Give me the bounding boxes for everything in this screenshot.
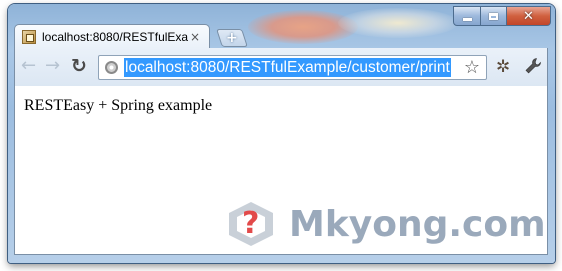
favicon-icon — [22, 29, 36, 44]
new-tab-button[interactable]: + — [216, 29, 248, 47]
maximize-icon — [489, 12, 498, 20]
maximize-button[interactable] — [481, 6, 507, 26]
wrench-icon — [525, 58, 541, 74]
browser-toolbar: ← → ↻ localhost:8080/RESTfulExample/cust… — [14, 48, 548, 86]
address-bar[interactable]: localhost:8080/RESTfulExample/customer/p… — [98, 55, 487, 80]
url-text[interactable]: localhost:8080/RESTfulExample/customer/p… — [124, 58, 451, 77]
minimize-button[interactable] — [453, 6, 481, 26]
wrench-menu-icon[interactable] — [524, 57, 542, 80]
watermark-logo-icon: ? — [229, 200, 273, 248]
browser-tab[interactable]: localhost:8080/RESTfulExam × — [14, 24, 210, 48]
page-icon — [105, 61, 118, 74]
tab-title: localhost:8080/RESTfulExam — [42, 29, 188, 44]
forward-button[interactable]: → — [45, 57, 60, 75]
plus-icon: + — [226, 30, 238, 46]
bookmark-star-icon[interactable]: ☆ — [464, 57, 480, 78]
reload-button[interactable]: ↻ — [71, 57, 87, 76]
minimize-icon — [462, 17, 472, 21]
watermark-text: Mkyong.com — [289, 203, 546, 245]
titlebar-background-highlight — [338, 8, 458, 38]
extension-bug-icon[interactable]: ✲ — [496, 57, 518, 77]
back-button[interactable]: ← — [21, 57, 36, 75]
close-icon: ✕ — [523, 8, 534, 24]
watermark: ? Mkyong.com — [229, 200, 546, 248]
tab-close-icon[interactable]: × — [190, 30, 200, 44]
close-window-button[interactable]: ✕ — [507, 6, 551, 26]
window-controls: ✕ — [453, 6, 551, 26]
page-body-text: RESTEasy + Spring example — [24, 97, 213, 114]
